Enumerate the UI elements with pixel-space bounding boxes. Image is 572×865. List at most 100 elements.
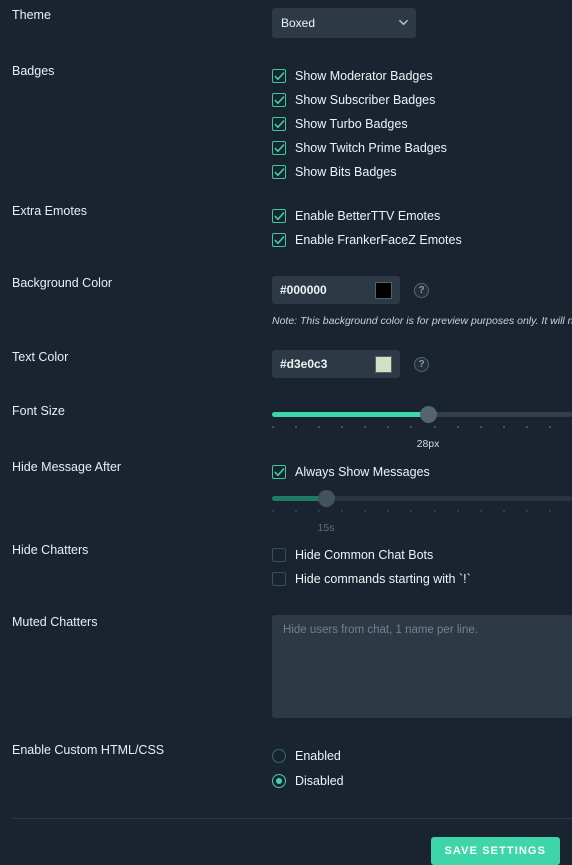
help-icon[interactable]: ? — [414, 356, 429, 372]
background-color-swatch[interactable] — [375, 281, 392, 299]
slider-tick — [456, 510, 459, 512]
theme-select[interactable]: Boxed — [272, 8, 416, 38]
slider-tick — [548, 510, 551, 512]
slider-tick — [433, 426, 436, 428]
checkbox-row[interactable]: Show Bits Badges — [272, 160, 572, 184]
checkbox-label: Show Subscriber Badges — [295, 93, 436, 107]
font-size-control: 28px — [272, 404, 572, 450]
setting-row-theme: Theme Boxed — [0, 0, 572, 38]
extra-emotes-checkbox-group: Enable BetterTTV Emotes Enable FrankerFa… — [272, 204, 572, 252]
radio-row-enabled[interactable]: Enabled — [272, 743, 572, 768]
checkbox-checked-icon[interactable] — [272, 233, 286, 247]
setting-row-hide-chatters: Hide Chatters Hide Common Chat Bots Hide… — [0, 543, 572, 591]
background-color-control: #000000 ? Note: This background color is… — [272, 276, 572, 327]
muted-chatters-control: Hide users from chat, 1 name per line. — [272, 615, 572, 718]
checkbox-label: Hide commands starting with `!` — [295, 572, 471, 586]
slider-tick — [525, 426, 528, 428]
checkbox-row[interactable]: Hide commands starting with `!` — [272, 567, 572, 591]
checkbox-row[interactable]: Hide Common Chat Bots — [272, 543, 572, 567]
slider-ticks: 28px — [272, 424, 572, 450]
checkbox-row[interactable]: Enable BetterTTV Emotes — [272, 204, 572, 228]
checkbox-label: Show Turbo Badges — [295, 117, 408, 131]
background-color-input[interactable]: #000000 — [272, 276, 400, 304]
save-settings-button[interactable]: SAVE SETTINGS — [430, 837, 560, 865]
checkbox-checked-icon[interactable] — [272, 465, 286, 479]
hide-chatters-label: Hide Chatters — [12, 543, 89, 557]
slider-tick — [410, 426, 413, 428]
slider-tick — [433, 510, 436, 512]
checkbox-label: Always Show Messages — [295, 465, 430, 479]
checkbox-checked-icon[interactable] — [272, 209, 286, 223]
checkbox-row[interactable]: Show Moderator Badges — [272, 64, 572, 88]
slider-tick — [502, 510, 505, 512]
slider-ticks: 15s — [272, 508, 572, 534]
checkbox-unchecked-icon[interactable] — [272, 572, 286, 586]
checkbox-checked-icon[interactable] — [272, 141, 286, 155]
checkbox-checked-icon[interactable] — [272, 69, 286, 83]
hide-message-after-control: Always Show Messages 15s — [272, 460, 572, 534]
slider-tick — [341, 510, 344, 512]
setting-row-text-color: Text Color #d3e0c3 ? — [0, 350, 572, 378]
radio-unselected-icon[interactable] — [272, 748, 286, 763]
slider-knob[interactable] — [419, 406, 437, 423]
checkbox-label: Show Moderator Badges — [295, 69, 433, 83]
badges-label: Badges — [12, 64, 55, 78]
footer-actions: SAVE SETTINGS — [0, 837, 572, 865]
checkbox-row[interactable]: Enable FrankerFaceZ Emotes — [272, 228, 572, 252]
font-size-slider[interactable]: 28px — [272, 406, 572, 450]
slider-tick — [502, 426, 505, 428]
radio-selected-icon[interactable] — [272, 773, 286, 788]
slider-tick — [295, 426, 298, 428]
slider-track[interactable] — [272, 490, 572, 507]
slider-tick — [456, 426, 459, 428]
text-color-swatch[interactable] — [375, 355, 392, 373]
background-color-line: #000000 ? — [272, 276, 572, 304]
slider-tick — [548, 426, 551, 428]
slider-tick — [387, 426, 390, 428]
checkbox-checked-icon[interactable] — [272, 165, 286, 179]
text-color-control: #d3e0c3 ? — [272, 350, 572, 378]
slider-tick — [479, 426, 482, 428]
footer-divider — [12, 818, 572, 819]
hide-chatters-checkbox-group: Hide Common Chat Bots Hide commands star… — [272, 543, 572, 591]
slider-knob[interactable] — [317, 490, 335, 507]
theme-label: Theme — [12, 8, 51, 22]
radio-label: Enabled — [295, 748, 341, 763]
checkbox-row[interactable]: Show Twitch Prime Badges — [272, 136, 572, 160]
slider-tick — [318, 510, 321, 512]
slider-tick — [341, 426, 344, 428]
checkbox-label: Enable FrankerFaceZ Emotes — [295, 233, 462, 247]
slider-track[interactable] — [272, 406, 572, 423]
slider-tick — [364, 510, 367, 512]
slider-tick — [295, 510, 298, 512]
radio-row-disabled[interactable]: Disabled — [272, 768, 572, 793]
setting-row-custom-html-css: Enable Custom HTML/CSS Enabled Disabled — [0, 743, 572, 793]
checkbox-checked-icon[interactable] — [272, 117, 286, 131]
checkbox-label: Enable BetterTTV Emotes — [295, 209, 441, 223]
settings-form: Theme Boxed Badges Show Moderator Badges — [0, 0, 572, 865]
checkbox-row[interactable]: Show Subscriber Badges — [272, 88, 572, 112]
muted-chatters-textarea[interactable]: Hide users from chat, 1 name per line. — [272, 615, 572, 718]
setting-row-background-color: Background Color #000000 ? Note: This ba… — [0, 276, 572, 327]
checkbox-row[interactable]: Always Show Messages — [272, 460, 572, 484]
checkbox-checked-icon[interactable] — [272, 93, 286, 107]
theme-selected-value: Boxed — [281, 16, 316, 30]
checkbox-label: Show Twitch Prime Badges — [295, 141, 447, 155]
hide-message-after-label: Hide Message After — [12, 460, 122, 474]
hide-message-after-slider[interactable]: 15s — [272, 490, 572, 534]
setting-row-hide-message-after: Hide Message After Always Show Messages … — [0, 460, 572, 534]
custom-html-css-label: Enable Custom HTML/CSS — [12, 743, 165, 757]
help-icon[interactable]: ? — [414, 282, 429, 298]
background-color-note: Note: This background color is for previ… — [272, 315, 572, 327]
muted-chatters-label: Muted Chatters — [12, 615, 98, 629]
radio-label: Disabled — [295, 773, 344, 788]
text-color-input[interactable]: #d3e0c3 — [272, 350, 400, 378]
setting-row-font-size: Font Size 28px — [0, 404, 572, 450]
slider-fill — [272, 412, 428, 417]
checkbox-row[interactable]: Show Turbo Badges — [272, 112, 572, 136]
setting-row-muted-chatters: Muted Chatters Hide users from chat, 1 n… — [0, 615, 572, 718]
checkbox-unchecked-icon[interactable] — [272, 548, 286, 562]
custom-html-css-radio-group: Enabled Disabled — [272, 743, 572, 793]
font-size-label: Font Size — [12, 404, 65, 418]
slider-tick — [364, 426, 367, 428]
